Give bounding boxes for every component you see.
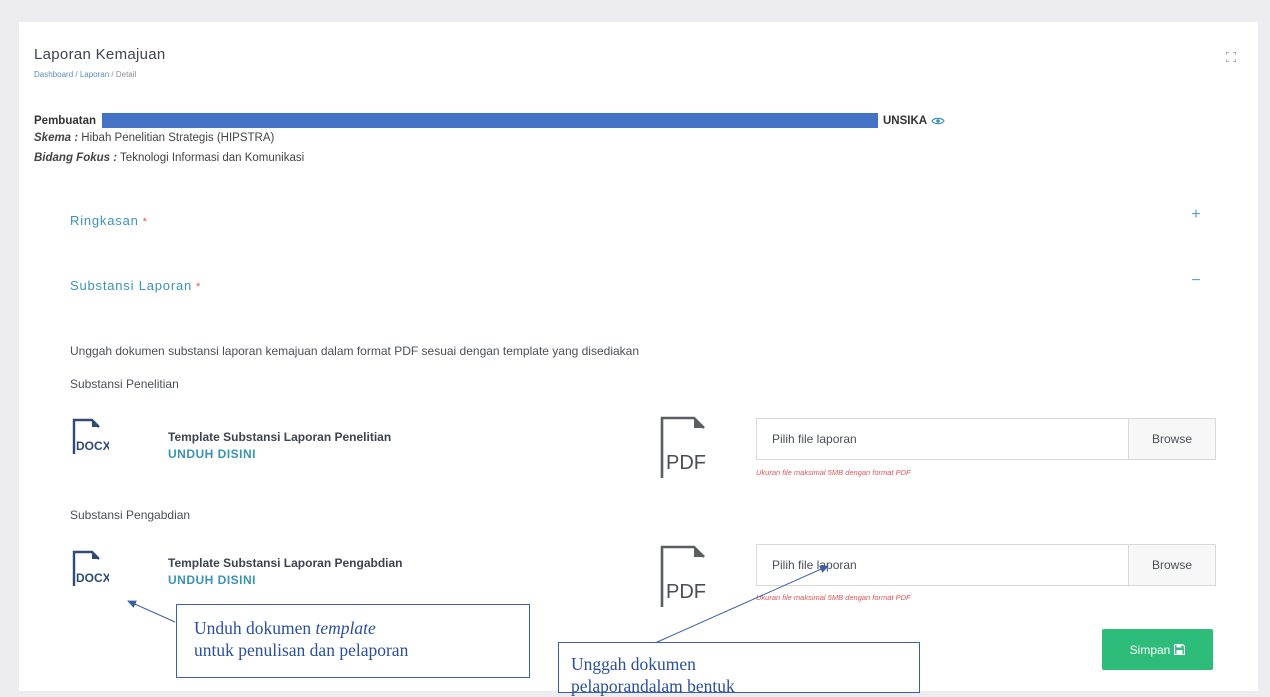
annotation-line: pelaporandalam bentuk: [571, 676, 735, 696]
annotation-arrows: [127, 565, 829, 644]
annotation-line: Unduh dokumen template: [194, 618, 376, 638]
annotation-upload-report: Unggah dokumen pelaporandalam bentuk: [558, 642, 920, 696]
annotation-line: untuk penulisan dan pelaporan: [194, 640, 409, 660]
annotation-download-template: Unduh dokumen template untuk penulisan d…: [176, 604, 530, 678]
annotation-line: Unggah dokumen: [571, 654, 696, 674]
